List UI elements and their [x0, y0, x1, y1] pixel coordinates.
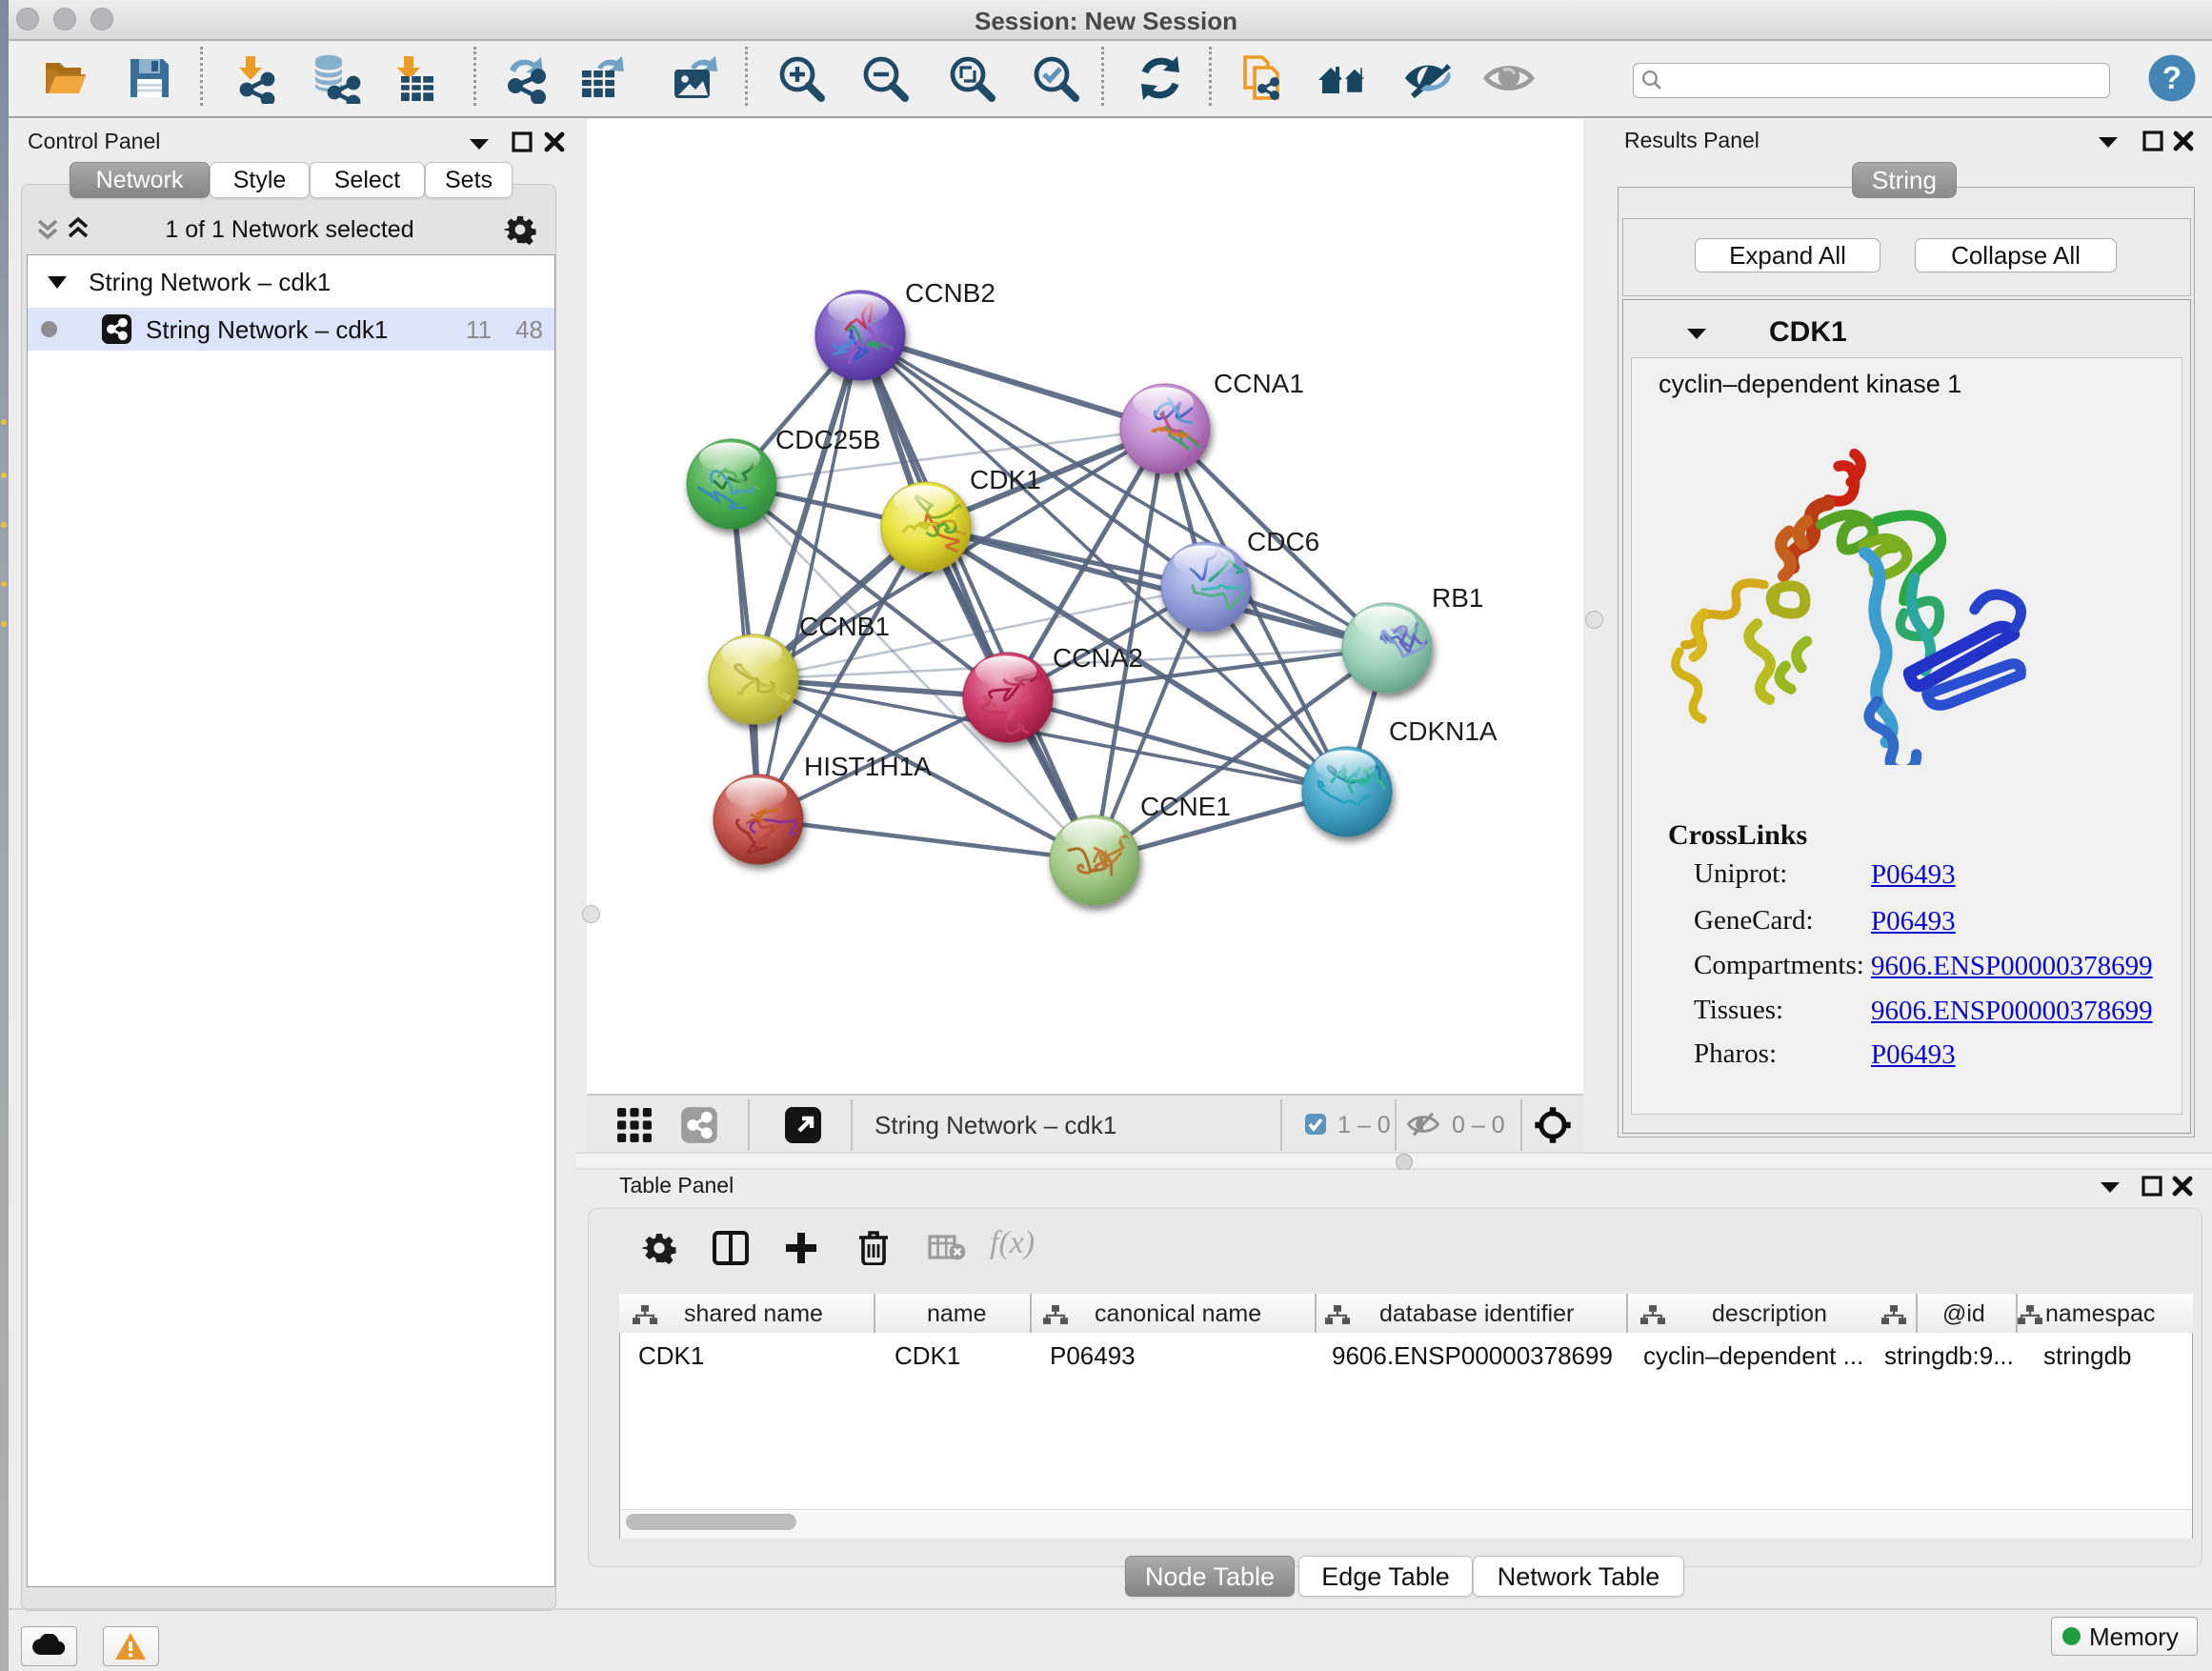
svg-text:CDK1: CDK1 — [970, 465, 1041, 494]
svg-text:CCNA1: CCNA1 — [1214, 369, 1304, 398]
svg-text:RB1: RB1 — [1432, 583, 1483, 613]
svg-text:?: ? — [2162, 60, 2182, 95]
svg-text:CDC6: CDC6 — [1247, 527, 1319, 556]
svg-text:CCNB1: CCNB1 — [799, 612, 890, 641]
svg-text:CCNA2: CCNA2 — [1053, 643, 1143, 673]
svg-text:CDKN1A: CDKN1A — [1389, 716, 1498, 746]
svg-text:HIST1H1A: HIST1H1A — [804, 752, 932, 781]
svg-text:CCNB2: CCNB2 — [905, 278, 995, 308]
svg-text:CCNE1: CCNE1 — [1140, 792, 1231, 821]
svg-text:CDC25B: CDC25B — [775, 425, 880, 454]
